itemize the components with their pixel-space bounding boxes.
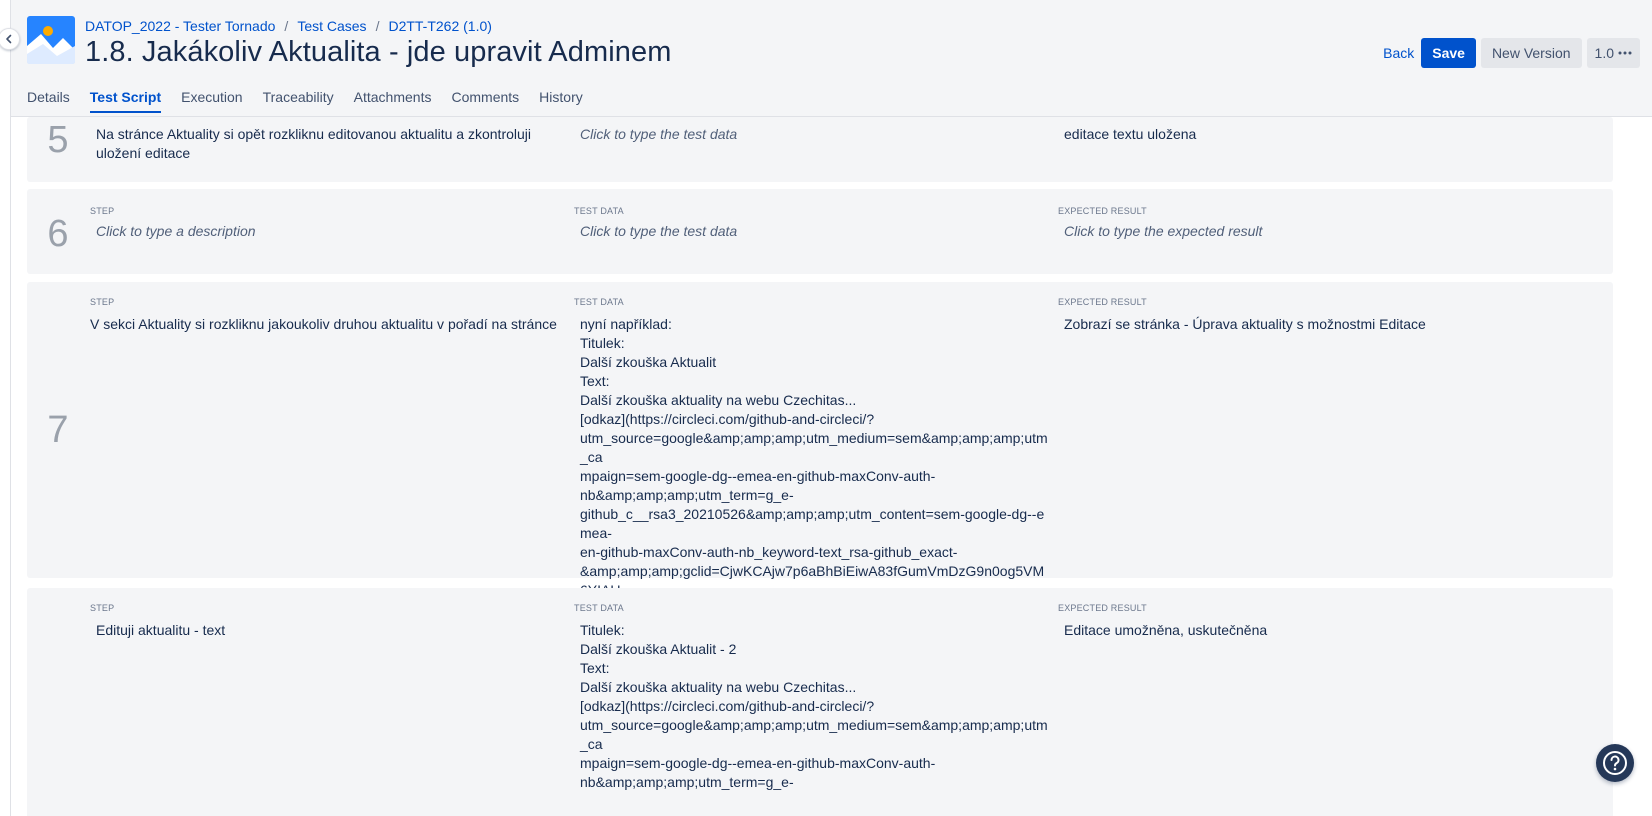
project-avatar-icon (27, 16, 75, 64)
breadcrumb: DATOP_2022 - Tester Tornado / Test Cases / D… (85, 18, 492, 34)
step-number: 5 (47, 119, 69, 161)
step-number: 7 (47, 409, 69, 451)
test-data-column-label: TEST DATA (574, 206, 624, 216)
step-test-data[interactable]: Titulek: Další zkouška Aktualit - 2 Text… (580, 621, 1050, 792)
step-number: 6 (47, 213, 69, 255)
version-menu-button[interactable]: 1.0 (1586, 38, 1640, 68)
header-actions: Back Save New Version 1.0 (1381, 38, 1640, 68)
step-column-label: STEP (90, 297, 115, 307)
expected-result-column-label: EXPECTED RESULT (1058, 603, 1147, 613)
page-header: DATOP_2022 - Tester Tornado / Test Cases / D… (11, 0, 1652, 117)
page-title: 1.8. Jakákoliv Aktualita - jde upravit A… (85, 36, 672, 68)
tab-test-script[interactable]: Test Script (80, 84, 171, 113)
breadcrumb-test-cases-link[interactable]: Test Cases (297, 18, 366, 34)
test-step-card: 5 Na stránce Aktuality si opět rozkliknu… (27, 117, 1613, 182)
help-button[interactable] (1596, 744, 1634, 782)
step-test-data[interactable]: nyní například: Titulek: Další zkouška A… (580, 315, 1050, 619)
step-column-label: STEP (90, 206, 115, 216)
breadcrumb-project-link[interactable]: DATOP_2022 - Tester Tornado (85, 18, 275, 34)
tab-attachments[interactable]: Attachments (344, 84, 442, 113)
step-test-data[interactable]: Click to type the test data (580, 125, 1050, 144)
step-description[interactable]: V sekci Aktuality si rozkliknu jakoukoli… (90, 315, 566, 334)
step-description[interactable]: Click to type a description (96, 222, 572, 241)
more-dots-icon (1618, 51, 1632, 55)
back-button[interactable]: Back (1381, 38, 1416, 68)
breadcrumb-separator: / (284, 18, 289, 34)
step-test-data[interactable]: Click to type the test data (580, 222, 1050, 241)
tab-history[interactable]: History (529, 84, 593, 113)
breadcrumb-separator: / (375, 18, 380, 34)
step-expected-result[interactable]: editace textu uložena (1064, 125, 1544, 144)
save-button[interactable]: Save (1421, 38, 1476, 68)
version-label: 1.0 (1594, 45, 1614, 61)
tab-traceability[interactable]: Traceability (253, 84, 344, 113)
step-description[interactable]: Na stránce Aktuality si opět rozkliknu e… (96, 125, 572, 163)
question-mark-icon (1603, 751, 1627, 775)
tab-details[interactable]: Details (27, 84, 80, 113)
expected-result-column-label: EXPECTED RESULT (1058, 297, 1147, 307)
tab-execution[interactable]: Execution (171, 84, 252, 113)
tab-comments[interactable]: Comments (441, 84, 529, 113)
sidebar-strip (0, 0, 11, 816)
breadcrumb-test-case-key-link[interactable]: D2TT-T262 (1.0) (388, 18, 491, 34)
test-step-card: 6 STEP TEST DATA EXPECTED RESULT Click t… (27, 189, 1613, 274)
step-expected-result[interactable]: Click to type the expected result (1064, 222, 1544, 241)
step-description[interactable]: Edituji aktualitu - text (96, 621, 572, 640)
chevron-left-icon (6, 34, 12, 44)
test-data-column-label: TEST DATA (574, 603, 624, 613)
step-expected-result[interactable]: Zobrazí se stránka - Úprava aktuality s … (1064, 315, 1544, 334)
tab-bar: Details Test Script Execution Traceabili… (27, 84, 593, 113)
new-version-button[interactable]: New Version (1480, 38, 1582, 68)
test-step-card: STEP TEST DATA EXPECTED RESULT Edituji a… (27, 588, 1613, 816)
expected-result-column-label: EXPECTED RESULT (1058, 206, 1147, 216)
test-script-content: 5 Na stránce Aktuality si opět rozkliknu… (11, 117, 1652, 816)
step-column-label: STEP (90, 603, 115, 613)
step-expected-result[interactable]: Editace umožněna, uskutečněna (1064, 621, 1544, 640)
test-step-card: 7 STEP TEST DATA EXPECTED RESULT V sekci… (27, 282, 1613, 617)
test-data-column-label: TEST DATA (574, 297, 624, 307)
